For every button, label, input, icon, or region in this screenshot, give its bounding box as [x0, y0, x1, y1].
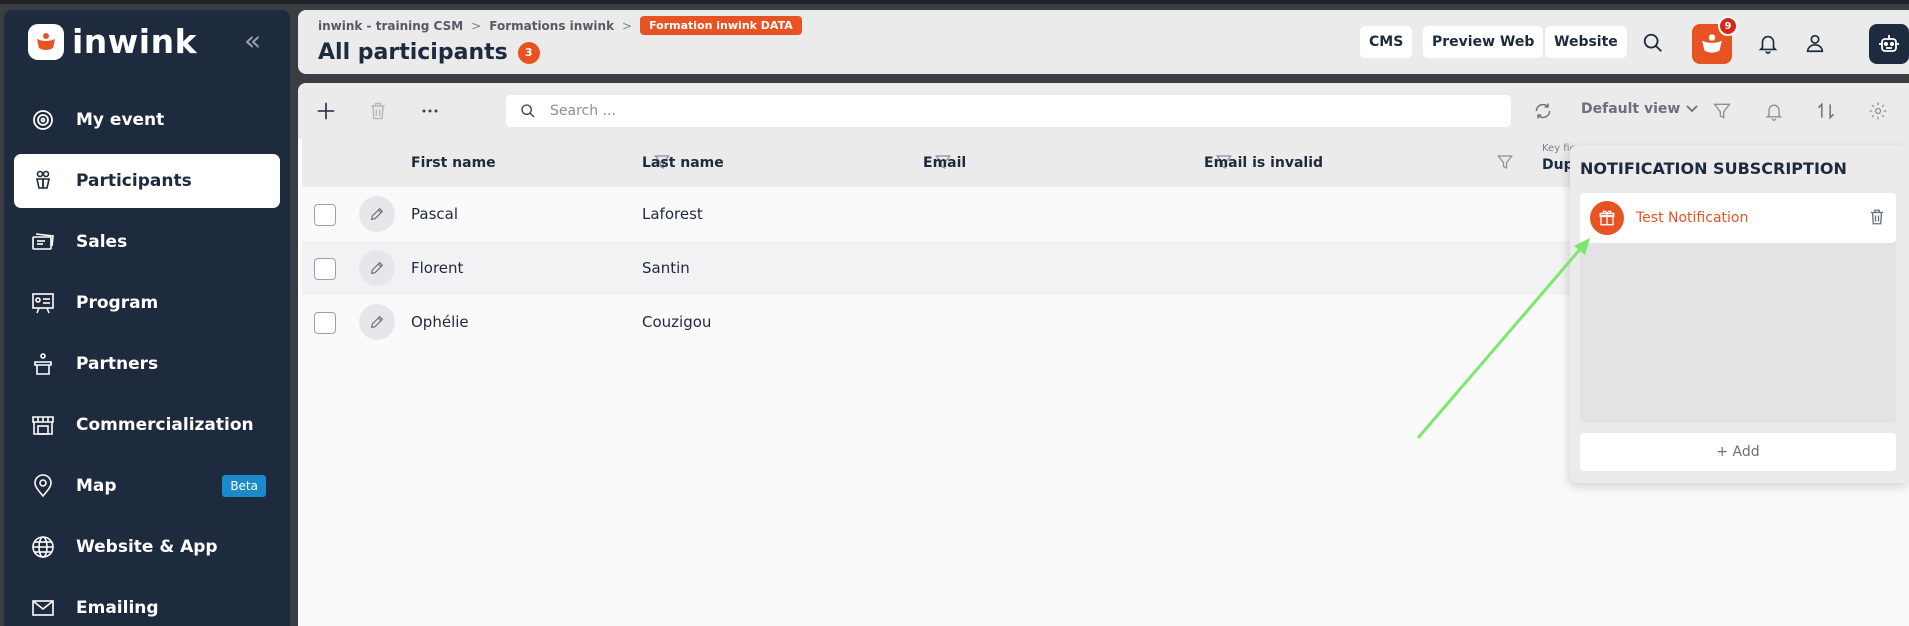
row-checkbox[interactable]: [314, 258, 336, 280]
tickets-icon: [30, 229, 56, 255]
default-view-dropdown[interactable]: Default view: [1581, 101, 1698, 117]
user-icon[interactable]: [1798, 26, 1832, 60]
sidebar-item-emailing[interactable]: Emailing: [14, 581, 280, 626]
collapse-sidebar-icon[interactable]: «: [244, 27, 261, 55]
pencil-icon: [370, 207, 384, 221]
add-notification-button[interactable]: + Add: [1580, 433, 1896, 471]
page-title: All participants 3: [318, 40, 540, 65]
sort-icon[interactable]: [1810, 95, 1842, 127]
search-input[interactable]: [550, 103, 1450, 119]
sidebar-item-program[interactable]: Program: [14, 276, 280, 330]
sidebar: inwink « My event Participants Sales Pro: [4, 10, 290, 626]
default-view-label: Default view: [1581, 101, 1681, 117]
presentation-icon: [30, 290, 56, 316]
sidebar-item-label: Partners: [76, 354, 159, 374]
sidebar-item-label: Emailing: [76, 598, 159, 618]
page-header: inwink - training CSM > Formations inwin…: [298, 10, 1909, 74]
more-options-icon[interactable]: [414, 95, 446, 127]
edit-row-button[interactable]: [359, 250, 395, 286]
sidebar-item-label: My event: [76, 110, 165, 130]
logo-text: inwink: [72, 22, 198, 61]
logo[interactable]: inwink: [28, 22, 197, 61]
sidebar-item-partners[interactable]: Partners: [14, 337, 280, 391]
delete-icon[interactable]: [362, 95, 394, 127]
sidebar-nav: My event Participants Sales Program Part…: [14, 93, 280, 626]
toolbar: Default view: [298, 83, 1909, 139]
search-bar: [506, 95, 1511, 127]
logo-mark-icon: [28, 23, 64, 60]
sidebar-item-map[interactable]: Map Beta: [14, 459, 280, 513]
first-name-cell: Ophélie: [411, 313, 469, 331]
envelope-icon: [30, 595, 56, 621]
participant-count-badge: 3: [517, 41, 540, 64]
add-icon[interactable]: [310, 95, 342, 127]
notification-list: Test Notification: [1580, 193, 1896, 423]
column-filter-icon[interactable]: [1496, 153, 1514, 171]
row-checkbox[interactable]: [314, 204, 336, 226]
map-pin-icon: [30, 473, 56, 499]
sidebar-item-label: Map: [76, 476, 117, 496]
search-icon[interactable]: [1636, 26, 1670, 60]
first-name-cell: Pascal: [411, 205, 458, 223]
storefront-icon: [30, 412, 56, 438]
refresh-icon[interactable]: [1527, 95, 1559, 127]
filter-icon[interactable]: [1706, 95, 1738, 127]
sidebar-item-sales[interactable]: Sales: [14, 215, 280, 269]
assistant-robot-button[interactable]: [1869, 24, 1909, 64]
pencil-icon: [370, 261, 384, 275]
podium-icon: [30, 351, 56, 377]
sidebar-item-commercialization[interactable]: Commercialization: [14, 398, 280, 452]
window-top-border: [0, 0, 1909, 4]
row-checkbox[interactable]: [314, 312, 336, 334]
last-name-cell: Santin: [642, 259, 690, 277]
first-name-cell: Florent: [411, 259, 464, 277]
trash-icon[interactable]: [1868, 208, 1886, 226]
sidebar-item-label: Program: [76, 293, 159, 313]
sidebar-item-my-event[interactable]: My event: [14, 93, 280, 147]
pencil-icon: [370, 315, 384, 329]
website-button[interactable]: Website: [1545, 26, 1627, 58]
bell-icon[interactable]: [1751, 26, 1785, 60]
preview-web-button[interactable]: Preview Web: [1423, 26, 1544, 58]
participants-icon: [30, 168, 56, 194]
breadcrumb-item[interactable]: Formations inwink: [489, 19, 614, 33]
column-header-last-name[interactable]: Last name: [642, 155, 724, 171]
sidebar-item-label: Participants: [76, 171, 192, 191]
breadcrumb-event-tag[interactable]: Formation inwink DATA: [640, 16, 802, 35]
sidebar-item-label: Commercialization: [76, 415, 254, 435]
search-icon: [521, 104, 535, 118]
breadcrumb-separator: >: [622, 18, 633, 33]
chevron-down-icon: [1686, 105, 1698, 113]
notification-panel-title: NOTIFICATION SUBSCRIPTION: [1580, 159, 1847, 178]
breadcrumb-item[interactable]: inwink - training CSM: [318, 19, 463, 33]
notification-item-label[interactable]: Test Notification: [1636, 210, 1748, 226]
settings-gear-icon[interactable]: [1862, 95, 1894, 127]
beta-badge: Beta: [222, 475, 266, 497]
cms-button[interactable]: CMS: [1360, 26, 1413, 58]
bell-subscription-icon[interactable]: [1758, 95, 1790, 127]
target-icon: [30, 107, 56, 133]
sidebar-item-label: Website & App: [76, 537, 218, 557]
inwink-logo-icon: [1702, 34, 1722, 53]
sidebar-item-label: Sales: [76, 232, 128, 252]
column-header-email[interactable]: Email: [923, 155, 966, 171]
notification-item[interactable]: Test Notification: [1580, 193, 1896, 243]
notification-subscription-panel: NOTIFICATION SUBSCRIPTION Test Notificat…: [1570, 145, 1909, 483]
breadcrumb-separator: >: [471, 18, 482, 33]
sidebar-item-participants[interactable]: Participants: [14, 154, 280, 208]
last-name-cell: Couzigou: [642, 313, 712, 331]
robot-icon: [1879, 35, 1899, 52]
last-name-cell: Laforest: [642, 205, 703, 223]
notification-count-badge: 9: [1718, 16, 1738, 36]
sidebar-item-website-app[interactable]: Website & App: [14, 520, 280, 574]
gift-icon: [1590, 201, 1624, 235]
column-header-email-invalid[interactable]: Email is invalid: [1204, 155, 1323, 171]
page-title-text: All participants: [318, 40, 508, 65]
breadcrumb: inwink - training CSM > Formations inwin…: [318, 16, 802, 35]
globe-icon: [30, 534, 56, 560]
column-header-first-name[interactable]: First name: [411, 155, 496, 171]
edit-row-button[interactable]: [359, 196, 395, 232]
edit-row-button[interactable]: [359, 304, 395, 340]
